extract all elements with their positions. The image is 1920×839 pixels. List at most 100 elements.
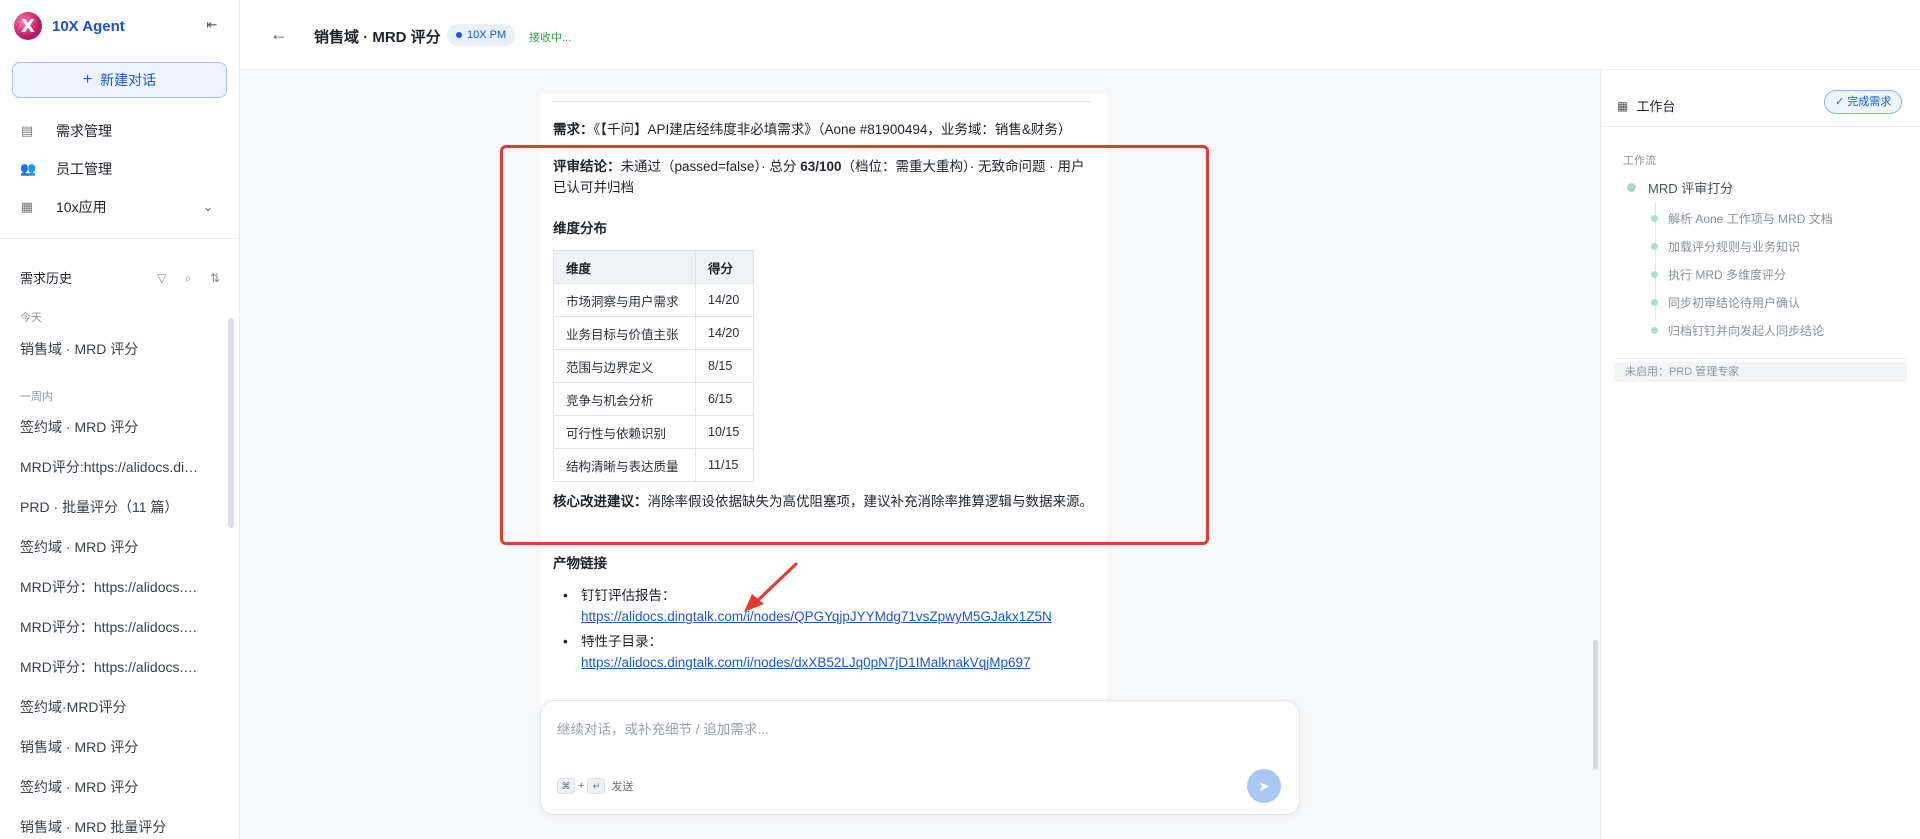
- new-chat-button[interactable]: + 新建对话: [12, 62, 227, 98]
- command-key-icon: ⌘: [557, 778, 575, 794]
- history-item[interactable]: MRD评分：https://alidocs.dingtalk.com: [20, 657, 200, 677]
- panel-divider: [1615, 358, 1907, 359]
- step-label: 同步初审结论待用户确认: [1668, 296, 1801, 310]
- sidebar: X 10X Agent ⇤ + 新建对话 ▤ 需求管理 👥 员工管理 ▦ 10x…: [0, 0, 240, 839]
- complete-demand-button[interactable]: ✓ 完成需求: [1824, 90, 1903, 114]
- step-dot-icon: [1651, 327, 1658, 334]
- workbench-panel: ▦ 工作台 ✓ 完成需求 工作流 MRD 评审打分 解析 Aone 工作项与 M…: [1600, 70, 1920, 839]
- agent-badge: 10X PM: [447, 24, 516, 46]
- history-item[interactable]: 签约域 · MRD 评分: [20, 417, 200, 437]
- back-arrow-icon[interactable]: ←: [270, 24, 288, 45]
- dimension-cell: 业务目标与价值主张: [553, 316, 696, 350]
- step-dot-icon: [1651, 243, 1658, 250]
- history-item[interactable]: 销售域 · MRD 评分: [20, 339, 200, 359]
- history-item[interactable]: 签约域 · MRD 评分: [20, 777, 200, 797]
- document-icon: ▤: [20, 123, 34, 138]
- sort-icon[interactable]: ⇅: [210, 271, 220, 285]
- step-label: 执行 MRD 多维度评分: [1668, 268, 1786, 282]
- sidebar-item-label: 员工管理: [56, 161, 112, 177]
- workflow-step: 执行 MRD 多维度评分: [1651, 266, 1786, 283]
- group-label-week: 一周内: [20, 391, 53, 403]
- score-cell: 6/15: [695, 382, 754, 416]
- workflow-step: 同步初审结论待用户确认: [1651, 294, 1800, 311]
- workflow-step: 解析 Aone 工作项与 MRD 文档: [1651, 210, 1833, 227]
- plus-icon: +: [82, 71, 93, 88]
- sidebar-item-employees[interactable]: 👥 员工管理: [0, 150, 239, 188]
- workflow-step: 加载评分规则与业务知识: [1651, 238, 1800, 255]
- step-label: 归档钉钉并向发起人同步结论: [1668, 324, 1825, 338]
- demand-text: 《【千问】API建店经纬度非必填需求》（Aone #81900494，业务域：销…: [593, 122, 1072, 137]
- column-header-score: 得分: [695, 250, 754, 284]
- history-title: 需求历史: [20, 271, 73, 286]
- brand-name: 10X Agent: [52, 17, 125, 35]
- brand[interactable]: X 10X Agent: [14, 12, 125, 40]
- dimension-title: 维度分布: [553, 221, 607, 236]
- workflow-label: 工作流: [1623, 155, 1656, 167]
- history-item[interactable]: 签约域·MRD评分: [20, 697, 200, 717]
- history-header: 需求历史 ▽ ⌕ ⇅: [20, 268, 220, 287]
- history-item[interactable]: 销售域 · MRD 批量评分: [20, 817, 200, 837]
- sidebar-item-demands[interactable]: ▤ 需求管理: [0, 112, 239, 150]
- artifacts-title: 产物链接: [553, 556, 607, 571]
- chat-header: ← 销售域 · MRD 评分 10X PM 接收中...: [240, 0, 1920, 70]
- score-cell: 14/20: [695, 316, 754, 350]
- send-button[interactable]: ➤: [1247, 769, 1281, 803]
- panel-scrollbar[interactable]: [1593, 640, 1598, 770]
- table-row: 范围与边界定义 8/15: [553, 349, 754, 383]
- verdict-pre: 未通过（passed=false）· 总分: [620, 159, 801, 174]
- demand-label: 需求：: [553, 122, 594, 137]
- list-item: 特性子目录： https://alidocs.dingtalk.com/i/no…: [553, 631, 1093, 673]
- panel-divider: [1601, 126, 1920, 127]
- history-scrollbar[interactable]: [228, 318, 234, 528]
- status-text: 接收中...: [529, 32, 572, 44]
- history-item[interactable]: MRD评分：https://alidocs.dingtalk.com: [20, 577, 200, 597]
- badge-dot-icon: [456, 32, 462, 39]
- score-cell: 14/20: [695, 283, 754, 317]
- artifact-links: 钉钉评估报告： https://alidocs.dingtalk.com/i/n…: [553, 585, 1093, 677]
- history-item[interactable]: MRD评分：https://alidocs.dingtalk.com: [20, 617, 200, 637]
- message-divider: [553, 101, 1091, 102]
- demand-line: 需求：《【千问】API建店经纬度非必填需求》（Aone #81900494，业务…: [553, 119, 1093, 140]
- history-item[interactable]: PRD · 批量评分（11 篇）: [20, 497, 200, 517]
- table-row: 业务目标与价值主张 14/20: [553, 316, 754, 350]
- sidebar-divider: [0, 238, 239, 239]
- shortcut-label: 发送: [611, 781, 634, 793]
- sidebar-item-apps[interactable]: ▦ 10x应用 ⌄: [0, 188, 239, 226]
- history-item[interactable]: 销售域 · MRD 评分: [20, 737, 200, 757]
- badge-label: 10X PM: [467, 29, 507, 41]
- collapse-sidebar-icon[interactable]: ⇤: [204, 17, 220, 33]
- step-dot-icon: [1651, 215, 1658, 222]
- composer-input[interactable]: 继续对话，或补充细节 / 追加需求...: [557, 718, 769, 738]
- workflow-dot-icon: [1627, 183, 1636, 192]
- message-composer[interactable]: 继续对话，或补充细节 / 追加需求... ⌘ + ↵ 发送 ➤: [540, 700, 1300, 815]
- group-label-today: 今天: [20, 312, 42, 324]
- inactive-expert-item[interactable]: 未启用：PRD 管理专家: [1615, 362, 1907, 382]
- table-row: 结构清晰与表达质量 11/15: [553, 448, 754, 482]
- advice-line: 核心改进建议：消除率假设依据缺失为高优阻塞项，建议补充消除率推算逻辑与数据来源。: [553, 491, 1093, 512]
- history-item[interactable]: 签约域 · MRD 评分: [20, 537, 200, 557]
- send-shortcut-hint: ⌘ + ↵ 发送: [557, 778, 633, 794]
- users-icon: 👥: [20, 161, 37, 176]
- history-item[interactable]: MRD评分:https://alidocs.dingtalk.com: [20, 457, 200, 477]
- verdict-label: 评审结论：: [553, 159, 621, 174]
- table-header-row: 维度 得分: [553, 250, 754, 284]
- search-icon[interactable]: ⌕: [185, 271, 192, 285]
- workbench-icon: ▦: [1617, 98, 1629, 113]
- workflow-name[interactable]: MRD 评审打分: [1627, 178, 1733, 197]
- brand-logo: X: [14, 12, 42, 40]
- advice-text: 消除率假设依据缺失为高优阻塞项，建议补充消除率推算逻辑与数据来源。: [647, 494, 1094, 509]
- dimension-cell: 可行性与依赖识别: [553, 415, 696, 449]
- subdirectory-link[interactable]: https://alidocs.dingtalk.com/i/nodes/dxX…: [581, 652, 1093, 673]
- report-link[interactable]: https://alidocs.dingtalk.com/i/nodes/QPG…: [581, 606, 1093, 627]
- verdict-score: 63/100: [800, 159, 842, 174]
- score-cell: 11/15: [695, 448, 754, 482]
- filter-icon[interactable]: ▽: [157, 271, 166, 285]
- dimension-cell: 范围与边界定义: [553, 349, 696, 383]
- table-row: 市场洞察与用户需求 14/20: [553, 283, 754, 317]
- workflow-title: MRD 评审打分: [1648, 181, 1734, 196]
- table-row: 竞争与机会分析 6/15: [553, 382, 754, 416]
- chevron-down-icon: ⌄: [202, 200, 213, 214]
- column-header-dimension: 维度: [553, 250, 696, 284]
- link-label: 特性子目录：: [581, 634, 662, 649]
- dimension-cell: 结构清晰与表达质量: [553, 448, 696, 482]
